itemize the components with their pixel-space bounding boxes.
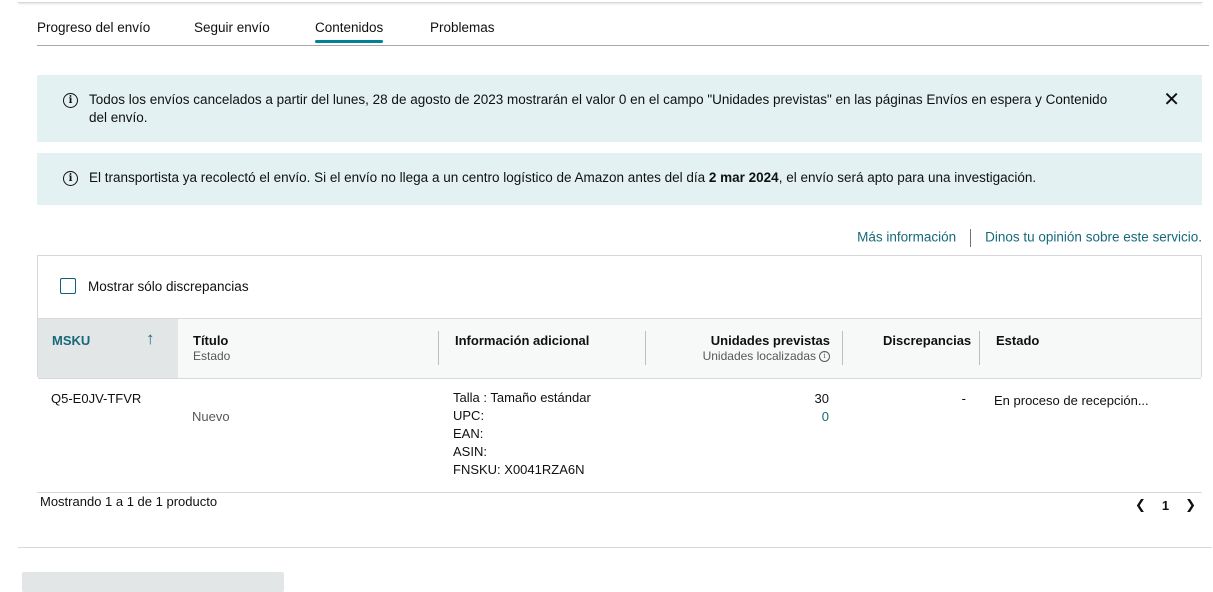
- expected-units-header: Unidades previstas: [710, 333, 830, 348]
- results-count: Mostrando 1 a 1 de 1 producto: [40, 494, 218, 509]
- column-divider: [645, 331, 646, 365]
- info-header: Información adicional: [455, 333, 590, 348]
- condition-subheader: Estado: [193, 349, 231, 363]
- show-discrepancies-label: Mostrar sólo discrepancias: [88, 278, 249, 294]
- msku-header[interactable]: MSKU ↑: [38, 319, 178, 378]
- size-line: Talla : Tamaño estándar: [453, 390, 591, 405]
- msku-header-label[interactable]: MSKU: [52, 333, 90, 348]
- alert-message: Todos los envíos cancelados a partir del…: [89, 91, 1159, 127]
- discrepancies-header: Discrepancias: [883, 333, 972, 348]
- column-divider: [438, 331, 439, 365]
- status-cell: En proceso de recepción...: [994, 393, 1149, 408]
- expected-units-cell: 30: [814, 391, 829, 406]
- cancelled-shipments-alert: i Todos los envíos cancelados a partir d…: [37, 75, 1202, 142]
- info-icon: i: [63, 93, 78, 108]
- shipment-tabs: Progreso del envío Seguir envío Contenid…: [37, 18, 1209, 46]
- condition-cell: Nuevo: [192, 409, 230, 424]
- current-page[interactable]: 1: [1162, 498, 1169, 513]
- more-info-link[interactable]: Más información: [857, 230, 956, 245]
- show-discrepancies-checkbox[interactable]: [60, 278, 76, 294]
- contents-table-panel: Mostrar sólo discrepancias MSKU ↑ Título…: [37, 255, 1202, 379]
- column-divider: [979, 331, 980, 365]
- info-icon: i: [63, 171, 78, 186]
- tab-progress[interactable]: Progreso del envío: [37, 20, 150, 35]
- chevron-left-icon[interactable]: ❮: [1135, 497, 1146, 513]
- table-body: Q5-E0JV-TFVR Nuevo Talla : Tamaño estánd…: [37, 377, 1202, 493]
- alert-text: El transportista ya recolectó el envío. …: [89, 170, 709, 185]
- feedback-link[interactable]: Dinos tu opinión sobre este servicio.: [985, 230, 1202, 245]
- ean-line: EAN:: [453, 426, 484, 441]
- top-card-edge: [18, 0, 1202, 3]
- additional-info-cell: Talla : Tamaño estándar UPC: EAN: ASIN: …: [453, 389, 591, 479]
- asin-line: ASIN:: [453, 444, 487, 459]
- help-links: Más información Dinos tu opinión sobre es…: [857, 229, 1202, 247]
- title-header: Título: [193, 333, 229, 348]
- deadline-date: 2 mar 2024: [708, 170, 779, 185]
- close-icon[interactable]: ✕: [1163, 90, 1180, 110]
- fnsku-line: FNSKU: X0041RZA6N: [453, 462, 585, 477]
- tab-problems[interactable]: Problemas: [430, 20, 495, 35]
- located-units-subheader: Unidades localizadas i: [703, 349, 830, 363]
- discrepancies-cell: -: [961, 391, 966, 406]
- table-header: MSKU ↑ Título Estado Información adicion…: [38, 318, 1201, 379]
- alert-text-end: , el envío será apto para una investigac…: [778, 170, 1037, 185]
- alert-message: El transportista ya recolectó el envío. …: [89, 169, 1036, 187]
- link-divider: [970, 229, 972, 247]
- alert-line-1: Todos los envíos cancelados a partir del…: [89, 92, 1108, 107]
- pagination: ❮ 1 ❯: [1119, 497, 1196, 513]
- alert-line-2: del envío.: [89, 110, 148, 125]
- located-units-link[interactable]: 0: [822, 409, 829, 424]
- located-units-label: Unidades localizadas: [702, 349, 816, 363]
- tab-contents[interactable]: Contenidos: [315, 20, 384, 43]
- msku-cell: Q5-E0JV-TFVR: [51, 391, 142, 406]
- chevron-right-icon[interactable]: ❯: [1185, 497, 1196, 513]
- discrepancies-filter[interactable]: Mostrar sólo discrepancias: [60, 278, 249, 294]
- tab-track[interactable]: Seguir envío: [194, 20, 270, 35]
- column-divider: [842, 331, 843, 365]
- upc-line: UPC:: [453, 408, 485, 423]
- info-icon[interactable]: i: [819, 351, 830, 363]
- bottom-button[interactable]: [22, 572, 284, 592]
- carrier-alert: i El transportista ya recolectó el envío…: [37, 153, 1202, 205]
- section-divider: [18, 547, 1212, 548]
- status-header: Estado: [996, 333, 1040, 348]
- sort-ascending-icon[interactable]: ↑: [146, 329, 155, 349]
